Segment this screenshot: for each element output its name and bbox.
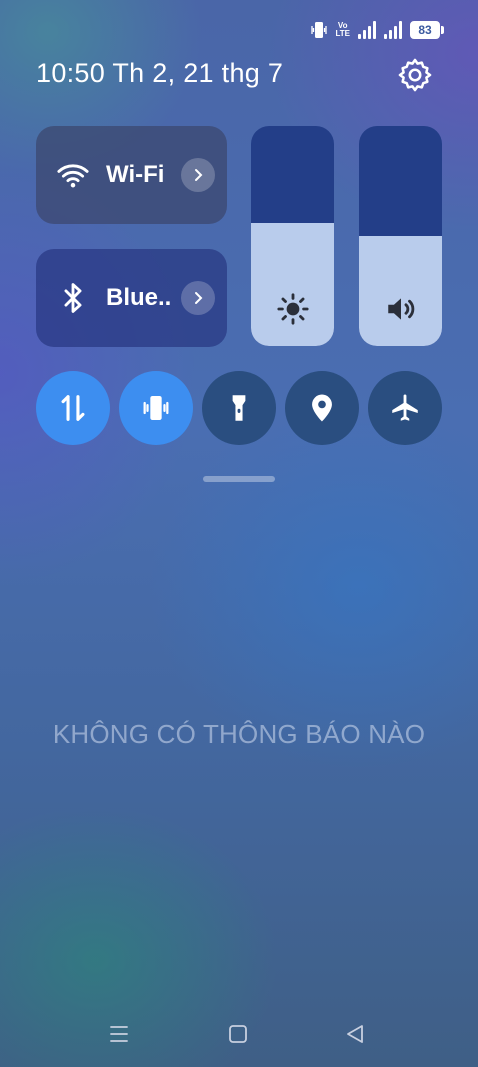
wifi-icon [57,164,89,188]
recent-apps-button[interactable] [99,1017,139,1051]
volume-slider[interactable] [359,126,442,346]
home-button[interactable] [218,1017,258,1051]
speaker-icon [387,298,414,320]
drag-handle[interactable] [203,476,275,482]
location-pin-icon [312,394,332,422]
airplane-mode-toggle[interactable] [368,371,442,445]
bluetooth-icon [64,283,82,313]
home-icon [229,1025,247,1043]
wifi-expand-button[interactable] [181,158,215,192]
flashlight-icon [232,395,246,421]
volte-icon: Vo LTE [335,21,350,38]
back-button[interactable] [335,1017,375,1051]
brightness-fill [251,222,334,346]
bluetooth-tile[interactable]: Blue.. [36,249,227,347]
status-bar: Vo LTE 83 [311,16,444,44]
chevron-right-icon [195,169,203,181]
volume-fill [359,236,442,346]
mobile-data-toggle[interactable] [36,371,110,445]
chevron-right-icon [195,292,203,304]
wifi-tile[interactable]: Wi-Fi [36,126,227,224]
airplane-icon [392,394,418,421]
signal-icon [358,21,376,39]
battery-icon: 83 [410,21,444,39]
wifi-label: Wi-Fi [106,161,165,188]
vibrate-icon [311,22,328,38]
date-time: 10:50 Th 2, 21 thg 7 [36,58,284,88]
vibrate-toggle[interactable] [119,371,193,445]
signal-icon [384,21,402,39]
back-icon [347,1025,363,1043]
gear-icon[interactable] [396,56,434,94]
sun-icon [276,293,309,325]
no-notifications-text: KHÔNG CÓ THÔNG BÁO NÀO [52,719,426,749]
battery-level: 83 [410,21,440,39]
brightness-slider[interactable] [251,126,334,346]
data-arrows-icon [61,395,85,421]
vibrate-icon [143,395,169,421]
bluetooth-expand-button[interactable] [181,281,215,315]
location-toggle[interactable] [285,371,359,445]
flashlight-toggle[interactable] [202,371,276,445]
bluetooth-label: Blue.. [106,284,172,311]
menu-icon [110,1026,128,1042]
